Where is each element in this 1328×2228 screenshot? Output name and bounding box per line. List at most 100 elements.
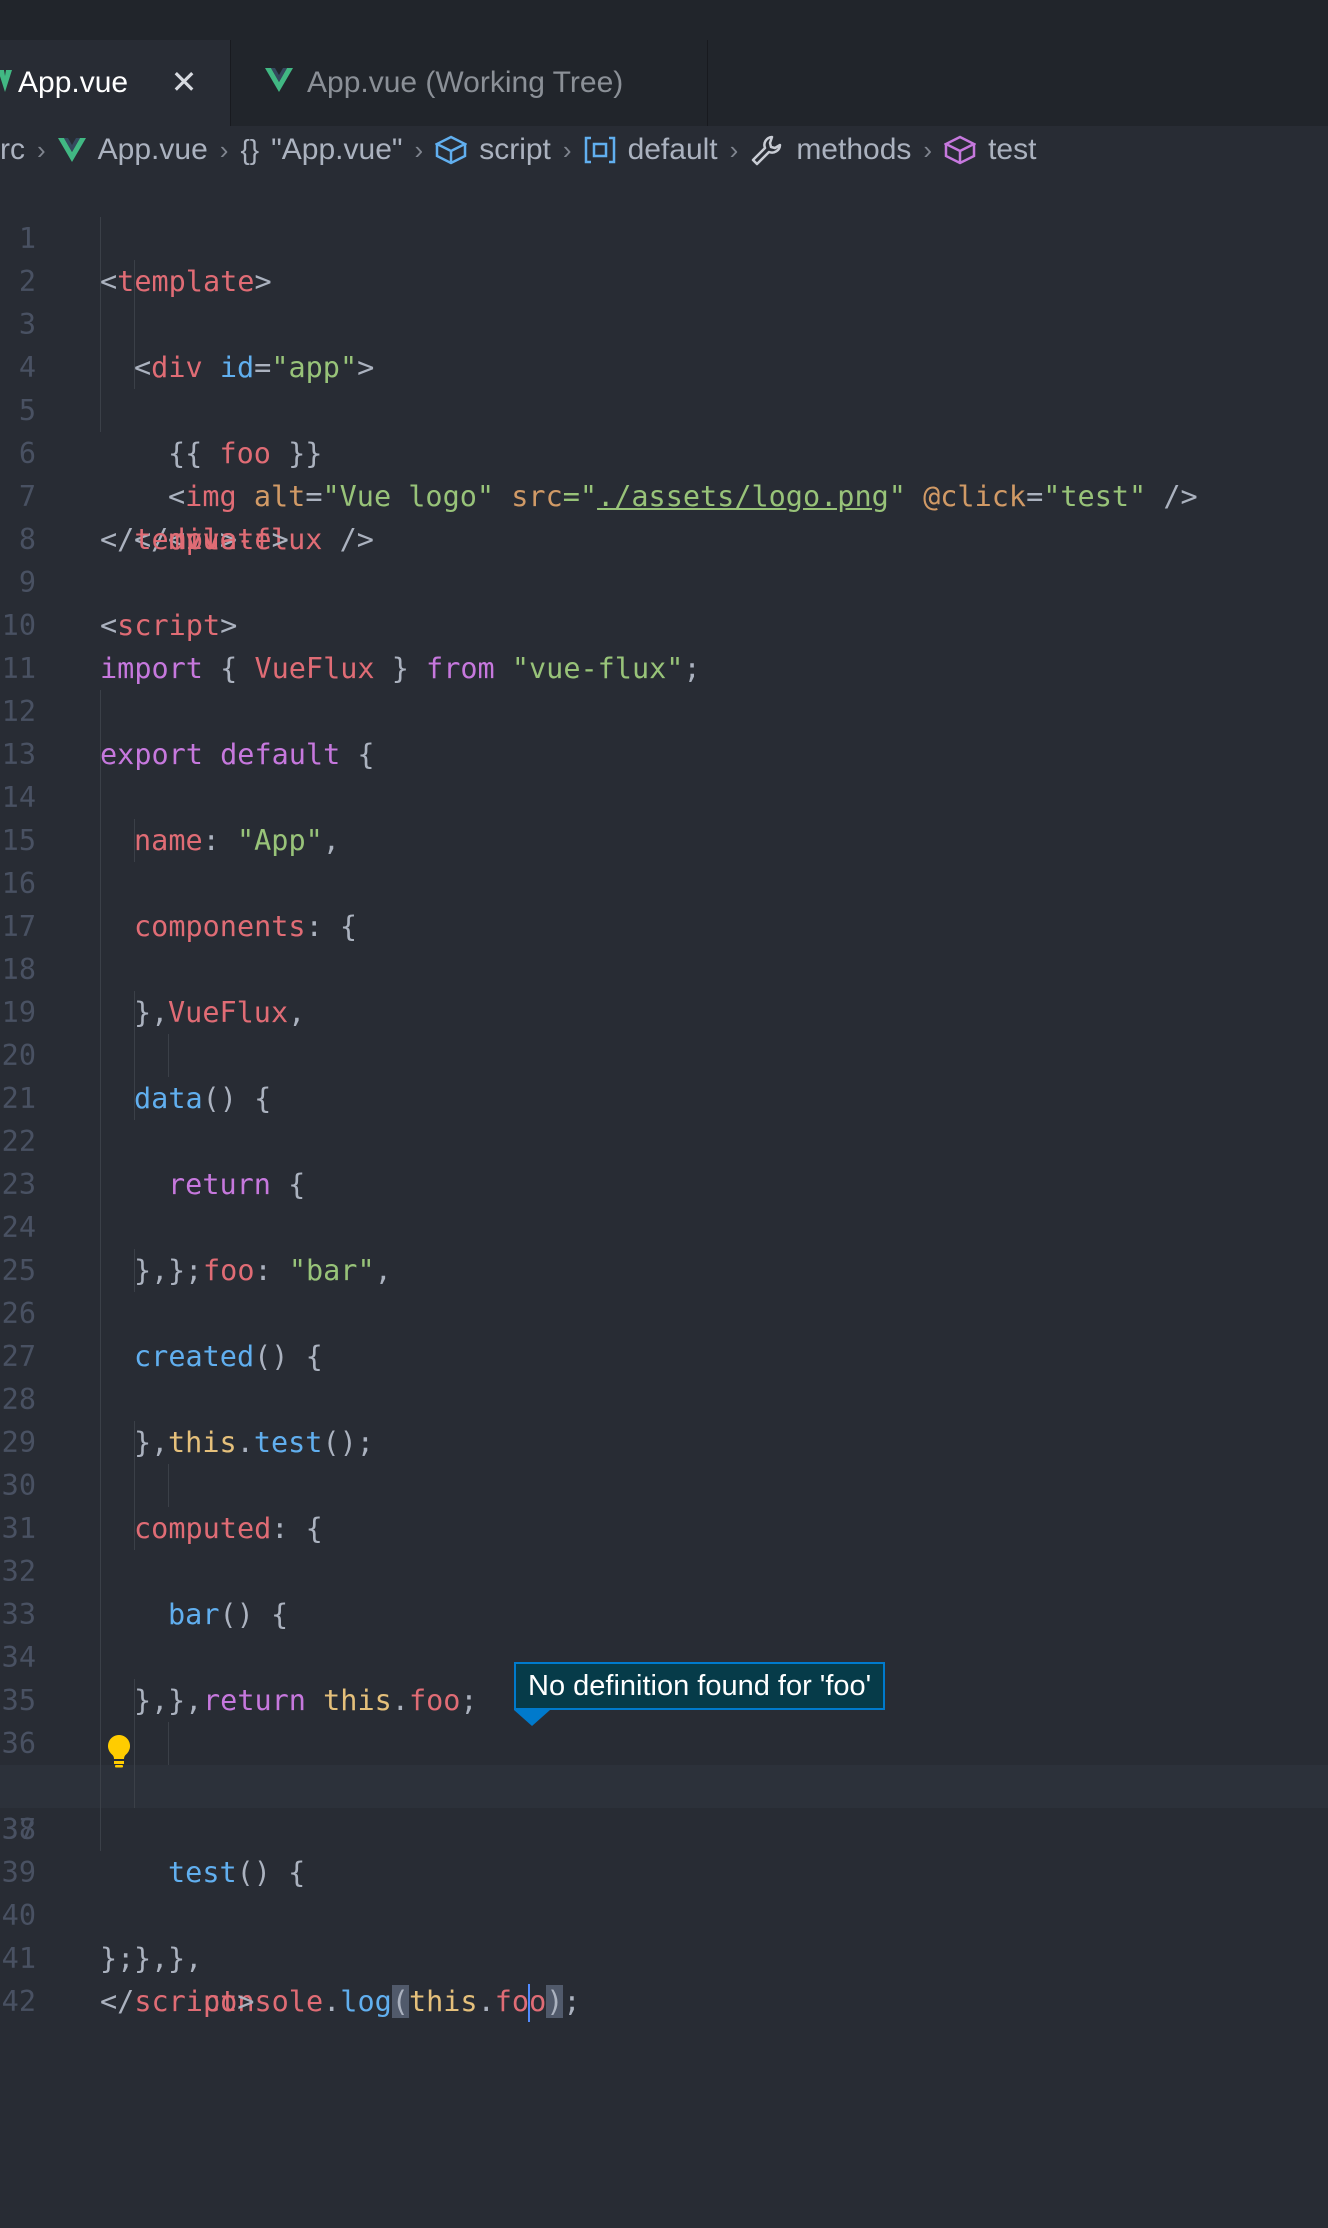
indent-guide — [100, 776, 101, 819]
code-line: 4 <img alt="Vue logo" src="./assets/logo… — [0, 303, 1328, 513]
code-line: 33 }, — [0, 1550, 1328, 1717]
indent-guide — [100, 733, 101, 776]
breadcrumb-item-default[interactable]: default — [584, 133, 718, 167]
indent-guide — [100, 819, 101, 862]
token: o — [529, 1985, 547, 2018]
code-line: 10 import { VueFlux } from "vue-flux"; — [0, 561, 1328, 685]
code-line: 26 this.test(); — [0, 1249, 1328, 1459]
indent-guide — [134, 1034, 135, 1077]
indent-guide — [100, 862, 101, 905]
close-icon[interactable]: ✕ — [164, 62, 204, 102]
code-line: 32 }, — [0, 1507, 1328, 1717]
chevron-right-icon: › — [37, 134, 46, 165]
indent-guide — [100, 991, 101, 1034]
chevron-right-icon: › — [414, 134, 424, 165]
cube-outline-icon — [435, 135, 468, 165]
matching-bracket: ) — [546, 1985, 564, 2018]
code-line: 9 <script> — [0, 518, 1328, 642]
token: . — [477, 1985, 495, 2018]
code-line: 14 — [0, 733, 1328, 814]
breadcrumb-item-app-vue[interactable]: App.vue — [57, 133, 208, 167]
indent-guide — [134, 1077, 135, 1120]
indent-guide — [134, 1249, 135, 1292]
indent-guide — [100, 346, 101, 389]
vue-icon — [0, 70, 12, 92]
breadcrumb-label: "App.vue" — [271, 133, 403, 166]
indent-guide — [134, 1765, 135, 1808]
indent-guide — [100, 1034, 101, 1077]
indent-guide — [134, 1421, 135, 1464]
indent-guide — [134, 1507, 135, 1550]
indent-guide — [100, 1593, 101, 1636]
chevron-right-icon: › — [923, 134, 933, 165]
code-line: 39 }, — [0, 1808, 1328, 1975]
indent-guide — [100, 1550, 101, 1593]
code-line: 25 created() { — [0, 1206, 1328, 1373]
chevron-right-icon: › — [219, 134, 229, 165]
token: </ — [100, 1985, 135, 2018]
code-line: 34 — [0, 1593, 1328, 1674]
code-line: 11 — [0, 604, 1328, 685]
breadcrumb-label: default — [627, 133, 718, 166]
code-line: 41 </script> — [0, 1894, 1328, 2018]
module-icon — [584, 136, 615, 164]
code-line: 20 return { — [0, 991, 1328, 1201]
indent-guide — [100, 1077, 101, 1120]
token: log — [340, 1985, 392, 2018]
indent-guide — [100, 1808, 101, 1851]
indent-guide — [134, 1464, 135, 1507]
breadcrumb-item-script[interactable]: script — [435, 133, 551, 167]
code-line: 22 }; — [0, 1077, 1328, 1287]
breadcrumb-label: test — [988, 133, 1037, 166]
code-line: 13 name: "App", — [0, 690, 1328, 857]
code-line: 29 computed: { — [0, 1378, 1328, 1545]
code-line: 28 — [0, 1335, 1328, 1416]
indent-guide — [168, 1722, 169, 1765]
code-line-current: 37 console.log(this.foo); — [0, 1722, 1328, 2022]
tooltip-arrow — [514, 1710, 550, 1726]
code-line: 19 data() { — [0, 948, 1328, 1115]
breadcrumb-item-file[interactable]: {} "App.vue" — [240, 133, 402, 167]
token: > — [237, 1985, 255, 2018]
code-line: 7 </template> — [0, 432, 1328, 556]
indent-guide — [100, 1120, 101, 1163]
breadcrumb-label: methods — [796, 133, 912, 166]
method-cube-icon — [944, 135, 977, 165]
code-line: 38 }, — [0, 1765, 1328, 1975]
tab-app-vue-working-tree[interactable]: App.vue (Working Tree) — [230, 40, 708, 126]
lightbulb-icon[interactable] — [106, 1734, 132, 1768]
code-line: 3 {{ foo }} — [0, 260, 1328, 470]
indent-guide — [134, 303, 135, 346]
indent-guide — [100, 1335, 101, 1378]
indent-guide — [134, 819, 135, 862]
indent-guide — [100, 260, 101, 303]
title-bar — [0, 0, 1328, 40]
vue-icon — [57, 138, 86, 162]
indent-guide — [168, 1034, 169, 1077]
indent-guide — [134, 991, 135, 1034]
indent-guide — [100, 303, 101, 346]
code-line: 17 }, — [0, 862, 1328, 1029]
code-text: console.log(this.foo); — [203, 1980, 581, 2023]
indent-guide — [134, 1722, 135, 1765]
code-line: 2 <div id="app"> — [0, 217, 1328, 384]
code-line: 21 foo: "bar", — [0, 1034, 1328, 1287]
code-line: 42 — [0, 1937, 1328, 2018]
code-line: 1 <template> — [0, 174, 1328, 298]
indent-guide — [100, 1636, 101, 1679]
tab-label: App.vue — [18, 66, 129, 99]
breadcrumb-item-methods[interactable]: methods — [750, 133, 911, 167]
breadcrumb-item-test[interactable]: test — [944, 133, 1036, 167]
indent-guide — [134, 1679, 135, 1722]
code-line: 12 export default { — [0, 647, 1328, 771]
code-line: 24 — [0, 1163, 1328, 1244]
indent-guide — [100, 1464, 101, 1507]
tab-label: App.vue (Working Tree) — [307, 66, 624, 99]
tab-app-vue[interactable]: App.vue ✕ — [0, 40, 230, 126]
chevron-right-icon: › — [562, 134, 572, 165]
code-line: 8 — [0, 475, 1328, 556]
indent-guide — [100, 1722, 101, 1765]
indent-guide — [100, 1765, 101, 1808]
breadcrumb-item-src[interactable]: rc — [0, 133, 25, 167]
breadcrumb: rc › App.vue › {} "App.vue" › script › d… — [0, 126, 1328, 174]
